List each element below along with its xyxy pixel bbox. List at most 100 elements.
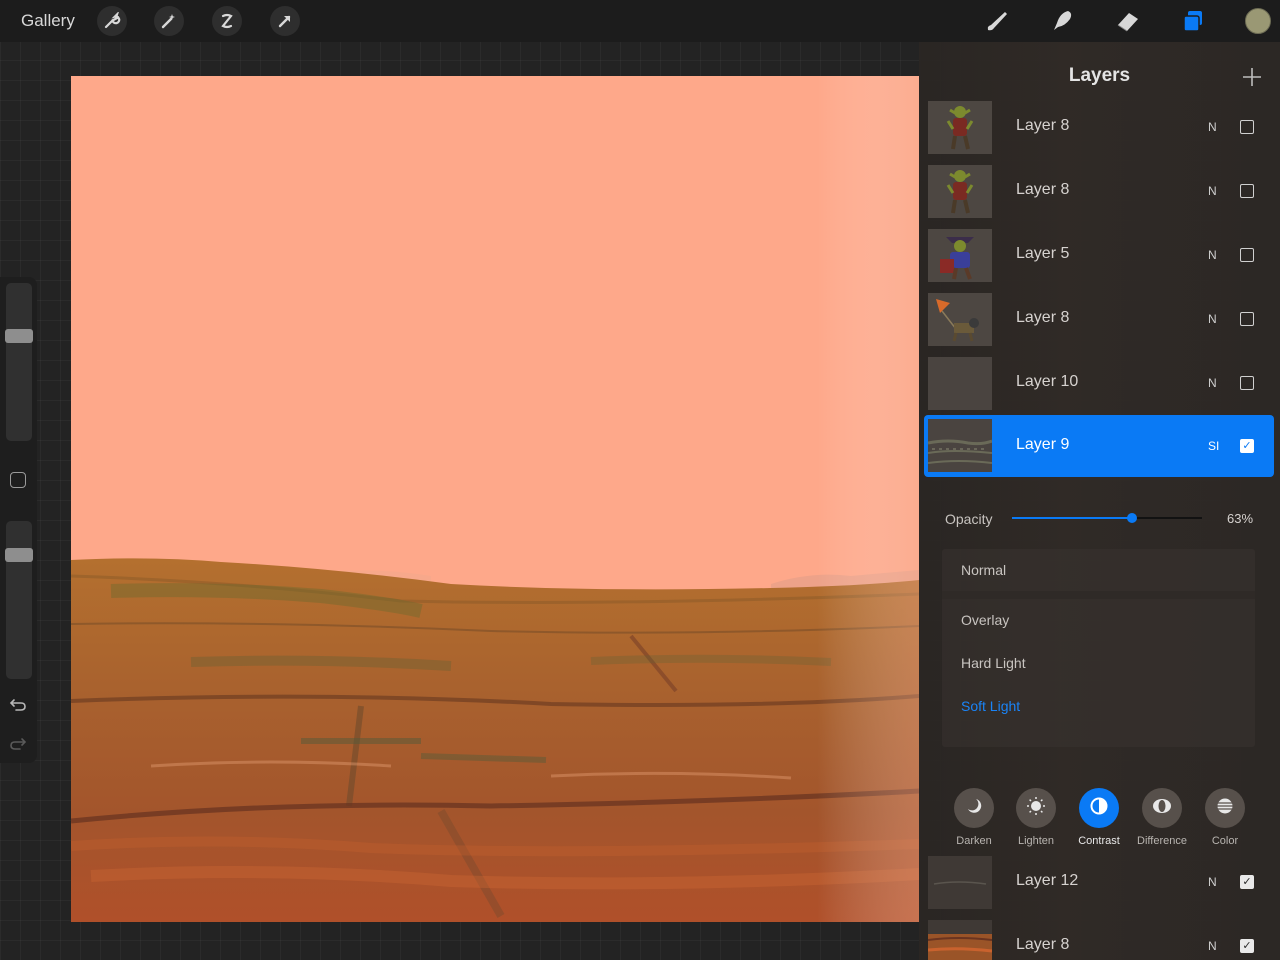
undo-button[interactable]	[8, 696, 28, 716]
lighten-category-label: Lighten	[1017, 835, 1055, 847]
smudge-icon	[1048, 8, 1076, 34]
contrast-category-button[interactable]	[1079, 788, 1119, 828]
layer-name: Layer 10	[1016, 373, 1079, 390]
plus-icon	[1241, 68, 1263, 92]
layers-panel-title: Layers	[1068, 65, 1131, 86]
darken-category-label: Darken	[956, 835, 992, 847]
selection-icon	[218, 12, 236, 30]
checkmark-icon: ✓	[1242, 439, 1252, 452]
blend-mode-normal[interactable]: Normal	[961, 562, 1006, 578]
sun-icon	[1026, 796, 1046, 821]
opacity-slider-fill	[1012, 517, 1132, 519]
layer-row-active[interactable]: Layer 9 SI ✓	[924, 415, 1274, 477]
opacity-label: Opacity	[945, 511, 993, 527]
layer-visibility-checkbox[interactable]	[1240, 120, 1254, 134]
lighten-category-button[interactable]	[1016, 788, 1056, 828]
magic-wand-icon	[160, 12, 178, 30]
brush-tool[interactable]	[981, 6, 1013, 36]
redo-icon	[9, 735, 27, 756]
modify-button[interactable]	[10, 472, 26, 488]
layers-panel: Layers Layer 8 N Layer 8 N Layer 5 N Lay…	[919, 42, 1280, 960]
layer-row[interactable]: Layer 12 N ✓	[924, 853, 1274, 913]
checkmark-icon: ✓	[1242, 875, 1252, 888]
layers-tool[interactable]	[1177, 6, 1209, 36]
layer-row[interactable]: Layer 8 N	[924, 290, 1274, 350]
layer-blend-code[interactable]: N	[1208, 376, 1217, 390]
gallery-button[interactable]: Gallery	[21, 11, 75, 31]
layer-blend-code[interactable]: N	[1208, 939, 1217, 953]
layer-visibility-checkbox[interactable]: ✓	[1240, 439, 1254, 453]
layer-thumbnail	[928, 357, 992, 410]
blend-mode-soft-light[interactable]: Soft Light	[961, 698, 1020, 714]
layer-visibility-checkbox[interactable]	[1240, 184, 1254, 198]
color-category-label: Color	[1211, 835, 1239, 847]
layer-name: Layer 8	[1016, 936, 1070, 953]
layer-visibility-checkbox[interactable]	[1240, 248, 1254, 262]
layer-blend-code[interactable]: N	[1208, 184, 1217, 198]
layer-row[interactable]: Layer 10 N	[924, 354, 1274, 414]
brush-size-slider[interactable]	[5, 283, 33, 441]
blend-list-divider	[942, 591, 1255, 599]
difference-category-label: Difference	[1137, 835, 1187, 847]
layer-thumbnail	[928, 229, 992, 282]
layer-blend-code[interactable]: N	[1208, 312, 1217, 326]
difference-category-button[interactable]	[1142, 788, 1182, 828]
canvas-artwork	[71, 76, 919, 922]
contrast-icon	[1089, 796, 1109, 821]
blend-mode-overlay[interactable]: Overlay	[961, 612, 1009, 628]
opacity-slider-thumb[interactable]	[1126, 513, 1137, 523]
layer-blend-code[interactable]: N	[1208, 248, 1217, 262]
brush-icon	[983, 8, 1011, 34]
layer-blend-code[interactable]: SI	[1208, 439, 1219, 453]
eraser-icon	[1114, 8, 1142, 34]
layer-row[interactable]: Layer 8 N ✓	[924, 917, 1274, 960]
layer-visibility-checkbox[interactable]	[1240, 376, 1254, 390]
add-layer-button[interactable]	[1241, 66, 1263, 88]
layers-icon	[1179, 8, 1207, 34]
layer-thumbnail	[928, 419, 992, 472]
selection-button[interactable]	[212, 6, 242, 36]
layer-blend-code[interactable]: N	[1208, 120, 1217, 134]
darken-category-button[interactable]	[954, 788, 994, 828]
left-sidebar	[0, 277, 37, 763]
layer-thumbnail	[928, 856, 992, 909]
layer-name: Layer 8	[1016, 309, 1070, 326]
brush-opacity-slider[interactable]	[5, 521, 33, 679]
transform-button[interactable]	[270, 6, 300, 36]
moon-icon	[965, 797, 983, 820]
workspace: Gallery Layers Layer 8 N Layer 8 N Layer…	[0, 0, 1280, 960]
layer-thumbnail	[928, 293, 992, 346]
layer-name: Layer 12	[1016, 872, 1079, 889]
layer-blend-code[interactable]: N	[1208, 875, 1217, 889]
color-category-button[interactable]	[1205, 788, 1245, 828]
layer-row[interactable]: Layer 8 N	[924, 98, 1274, 158]
layer-row[interactable]: Layer 8 N	[924, 162, 1274, 222]
smudge-tool[interactable]	[1046, 6, 1078, 36]
color-mode-icon	[1215, 796, 1235, 821]
transform-arrow-icon	[276, 12, 294, 30]
layer-thumbnail	[928, 920, 992, 960]
blend-mode-hard-light[interactable]: Hard Light	[961, 655, 1026, 671]
drawing-canvas[interactable]	[71, 76, 919, 922]
layer-name: Layer 8	[1016, 181, 1070, 198]
layer-thumbnail	[928, 101, 992, 154]
opacity-value: 63%	[1227, 511, 1254, 526]
undo-icon	[9, 696, 27, 717]
layer-visibility-checkbox[interactable]	[1240, 312, 1254, 326]
actions-button[interactable]	[97, 6, 127, 36]
wrench-icon	[103, 12, 121, 30]
layer-visibility-checkbox[interactable]: ✓	[1240, 875, 1254, 889]
layer-name: Layer 5	[1016, 245, 1070, 262]
color-picker-swatch[interactable]	[1245, 8, 1271, 34]
blend-mode-list: Normal Overlay Hard Light Soft Light	[942, 549, 1255, 747]
layer-row[interactable]: Layer 5 N	[924, 226, 1274, 286]
eraser-tool[interactable]	[1112, 6, 1144, 36]
redo-button[interactable]	[8, 735, 28, 755]
difference-icon	[1151, 797, 1173, 820]
adjustments-button[interactable]	[154, 6, 184, 36]
layer-thumbnail	[928, 165, 992, 218]
layer-visibility-checkbox[interactable]: ✓	[1240, 939, 1254, 953]
brush-opacity-thumb[interactable]	[5, 548, 33, 562]
opacity-slider[interactable]	[1012, 513, 1202, 523]
brush-size-thumb[interactable]	[5, 329, 33, 343]
